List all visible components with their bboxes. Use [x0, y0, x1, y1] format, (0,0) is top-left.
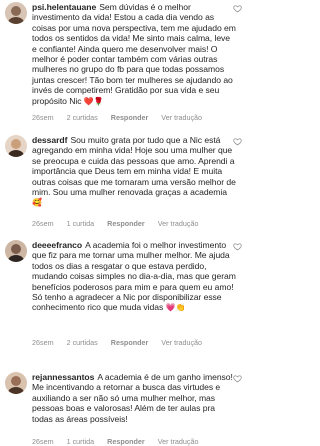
comment-time[interactable]: 26sem — [32, 219, 54, 228]
translate-button[interactable]: Ver tradução — [158, 219, 199, 228]
like-heart-icon[interactable] — [233, 4, 242, 13]
like-heart-icon[interactable] — [233, 137, 242, 146]
reply-button[interactable]: Responder — [111, 113, 149, 122]
reply-button[interactable]: Responder — [111, 338, 149, 347]
comment-body: rejannessantos A academia é de um ganho i… — [32, 372, 237, 425]
comment-username[interactable]: dessardf — [32, 135, 67, 145]
reply-button[interactable]: Responder — [107, 437, 145, 446]
comment-text: A academia foi o melhor investimento que… — [32, 240, 236, 313]
comment-meta: 26sem 2 curtidas Responder Ver tradução — [32, 338, 215, 347]
reply-button[interactable]: Responder — [107, 219, 145, 228]
avatar[interactable] — [5, 135, 27, 157]
comment-username[interactable]: deeeefranco — [32, 240, 82, 250]
comment-body: psi.helentauane Sem dúvidas é o melhor in… — [32, 2, 237, 107]
comment-username[interactable]: psi.helentauane — [32, 2, 96, 12]
translate-button[interactable]: Ver tradução — [161, 338, 202, 347]
comment-emoji: 💗👏 — [165, 303, 186, 313]
comment-meta: 26sem 2 curtidas Responder Ver tradução — [32, 113, 215, 122]
avatar[interactable] — [5, 240, 27, 262]
comment-meta: 26sem 1 curtida Responder Ver tradução — [32, 437, 211, 446]
comment-meta: 26sem 1 curtida Responder Ver tradução — [32, 219, 211, 228]
comment-body: deeeefranco A academia foi o melhor inves… — [32, 240, 237, 314]
comment-body: dessardf Sou muito grata por tudo que a N… — [32, 135, 237, 209]
comment-text: Sem dúvidas é o melhor investimento da v… — [32, 2, 236, 106]
comment-username[interactable]: rejannessantos — [32, 372, 94, 382]
comment-likes[interactable]: 1 curtida — [67, 219, 95, 228]
comment-time[interactable]: 26sem — [32, 437, 54, 446]
like-heart-icon[interactable] — [233, 374, 242, 383]
comment-likes[interactable]: 2 curtidas — [67, 338, 98, 347]
comments-feed: psi.helentauane Sem dúvidas é o melhor in… — [0, 0, 250, 446]
comment-likes[interactable]: 2 curtidas — [67, 113, 98, 122]
translate-button[interactable]: Ver tradução — [161, 113, 202, 122]
avatar[interactable] — [5, 372, 27, 394]
comment-likes[interactable]: 1 curtida — [67, 437, 95, 446]
avatar[interactable] — [5, 2, 27, 24]
comment-emoji: 🥰 — [32, 198, 42, 208]
like-heart-icon[interactable] — [233, 242, 242, 251]
comment-emoji: ❤️🌹 — [83, 96, 104, 106]
comment-time[interactable]: 26sem — [32, 338, 54, 347]
comment-time[interactable]: 26sem — [32, 113, 54, 122]
translate-button[interactable]: Ver tradução — [158, 437, 199, 446]
